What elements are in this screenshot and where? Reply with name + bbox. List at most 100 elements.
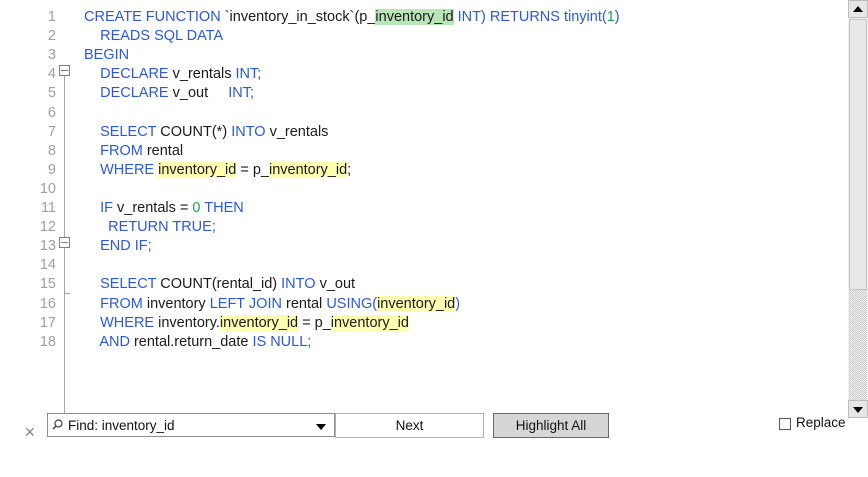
code-text: WHERE inventory_id = p_inventory_id; (84, 161, 351, 180)
code-line[interactable]: 17 WHERE inventory.inventory_id = p_inve… (0, 314, 848, 333)
code-line[interactable]: 16 FROM inventory LEFT JOIN rental USING… (0, 295, 848, 314)
code-text: FROM rental (84, 142, 183, 161)
code-line[interactable]: 3 BEGIN (0, 46, 848, 65)
line-number: 11 (40, 200, 56, 216)
code-token: IF (84, 200, 118, 216)
code-text: WHERE inventory.inventory_id = p_invento… (84, 314, 409, 333)
code-token: = p_ (236, 161, 269, 178)
highlight-all-button[interactable]: Highlight All (493, 413, 609, 438)
code-token: INT; (235, 66, 262, 83)
code-token: inventory_id (268, 161, 348, 178)
code-line[interactable]: 6 (0, 104, 848, 123)
code-token: SELECT (84, 276, 161, 293)
code-token: v_out (172, 85, 229, 102)
scroll-down-button[interactable] (848, 400, 868, 418)
line-number: 13 (39, 238, 56, 255)
fold-toggle-if-icon[interactable] (59, 237, 70, 248)
code-text: DECLARE v_out INT; (84, 84, 254, 103)
code-line[interactable]: 5 DECLARE v_out INT; (0, 84, 848, 103)
code-line[interactable]: 1 CREATE FUNCTION `inventory_in_stock`(p_… (0, 8, 848, 27)
code-token: rental.return_date (133, 333, 253, 350)
code-text: BEGIN (84, 46, 129, 65)
code-token: rental (286, 295, 327, 312)
code-line[interactable]: 10 (0, 180, 848, 199)
code-line[interactable]: 14 (0, 256, 848, 275)
code-token: inventory_id (377, 295, 456, 312)
code-token: CREATE FUNCTION (84, 9, 225, 25)
line-number: 6 (47, 104, 56, 121)
line-number: 2 (47, 28, 56, 45)
code-token: LEFT JOIN (209, 295, 286, 312)
code-text: READS SQL DATA (84, 27, 223, 46)
line-number: 16 (39, 295, 56, 312)
fold-toggle-begin-icon[interactable] (59, 65, 70, 76)
code-token: END IF; (84, 238, 152, 255)
fold-end-if (64, 293, 70, 294)
code-token: COUNT(*) (160, 123, 232, 140)
code-line[interactable]: 2 READS SQL DATA (0, 27, 848, 46)
code-text: FROM inventory LEFT JOIN rental USING(in… (84, 295, 460, 314)
line-number: 8 (47, 142, 56, 159)
code-token: inventory (146, 295, 210, 312)
code-text: AND rental.return_date IS NULL; (84, 333, 311, 352)
close-icon[interactable]: ✕ (24, 424, 36, 441)
line-number: 12 (39, 219, 56, 236)
code-token: v_out (319, 276, 356, 293)
code-text: SELECT COUNT(*) INTO v_rentals (84, 123, 328, 142)
code-line[interactable]: 7 SELECT COUNT(*) INTO v_rentals (0, 123, 848, 142)
code-token: rental (146, 142, 184, 159)
code-editor[interactable]: 1 CREATE FUNCTION `inventory_in_stock`(p_… (0, 0, 868, 418)
code-text: IF v_rentals = 0 THEN (84, 199, 244, 218)
replace-label: Replace (796, 415, 846, 430)
code-line[interactable]: 9 WHERE inventory_id = p_inventory_id; (0, 161, 848, 180)
code-token: DECLARE (84, 66, 173, 83)
code-token: INT; (228, 85, 255, 102)
replace-checkbox[interactable] (779, 418, 791, 430)
code-token: INT) RETURNS tinyint( (453, 9, 607, 25)
code-token: FROM (84, 295, 147, 312)
code-text: END IF; (84, 237, 152, 256)
line-number: 7 (47, 123, 56, 140)
code-token: inventory_id (375, 9, 454, 25)
code-token: inventory. (158, 314, 220, 331)
code-token: inventory_id (219, 314, 299, 331)
code-token: `inventory_in_stock`(p_ (224, 9, 376, 25)
next-button[interactable]: Next (335, 413, 484, 438)
chevron-down-icon[interactable] (316, 424, 326, 430)
scroll-up-button[interactable] (848, 0, 868, 18)
code-token: ) (614, 9, 620, 25)
code-line[interactable]: 18 AND rental.return_date IS NULL; (0, 333, 848, 352)
code-line[interactable]: 12 RETURN TRUE; (0, 218, 848, 237)
code-token: THEN (200, 200, 244, 216)
line-number: 10 (39, 180, 56, 197)
code-token: v_rentals (269, 123, 329, 140)
code-text: RETURN TRUE; (84, 218, 216, 237)
line-number: 18 (39, 333, 56, 350)
code-line[interactable]: 4 DECLARE v_rentals INT; (0, 65, 848, 84)
code-token: READS SQL DATA (84, 28, 224, 45)
code-token: inventory_id (158, 161, 237, 178)
code-token: WHERE (84, 161, 159, 178)
code-token: v_rentals (172, 66, 236, 83)
search-icon (52, 419, 63, 430)
code-token: SELECT (84, 123, 161, 140)
code-token: COUNT(rental_id) (160, 276, 282, 293)
code-token: RETURN TRUE; (84, 219, 216, 236)
code-token: ) (455, 295, 461, 312)
line-number: 15 (39, 276, 56, 293)
code-token: inventory_id (330, 314, 409, 331)
code-token: INTO (281, 276, 320, 293)
code-line[interactable]: 15 SELECT COUNT(rental_id) INTO v_out (0, 275, 848, 294)
code-line[interactable]: 13 END IF; (0, 237, 848, 256)
line-number: 1 (47, 9, 56, 25)
code-token: BEGIN (84, 47, 130, 64)
line-number: 5 (47, 85, 56, 102)
code-line[interactable]: 11 IF v_rentals = 0 THEN (0, 199, 848, 218)
arrow-up-icon (853, 6, 863, 12)
line-number: 14 (39, 257, 56, 274)
code-line[interactable]: 8 FROM rental (0, 142, 848, 161)
scrollbar-track[interactable] (849, 290, 867, 400)
scrollbar-thumb[interactable] (849, 19, 867, 290)
code-token: USING( (326, 295, 378, 312)
line-number: 3 (47, 47, 56, 64)
